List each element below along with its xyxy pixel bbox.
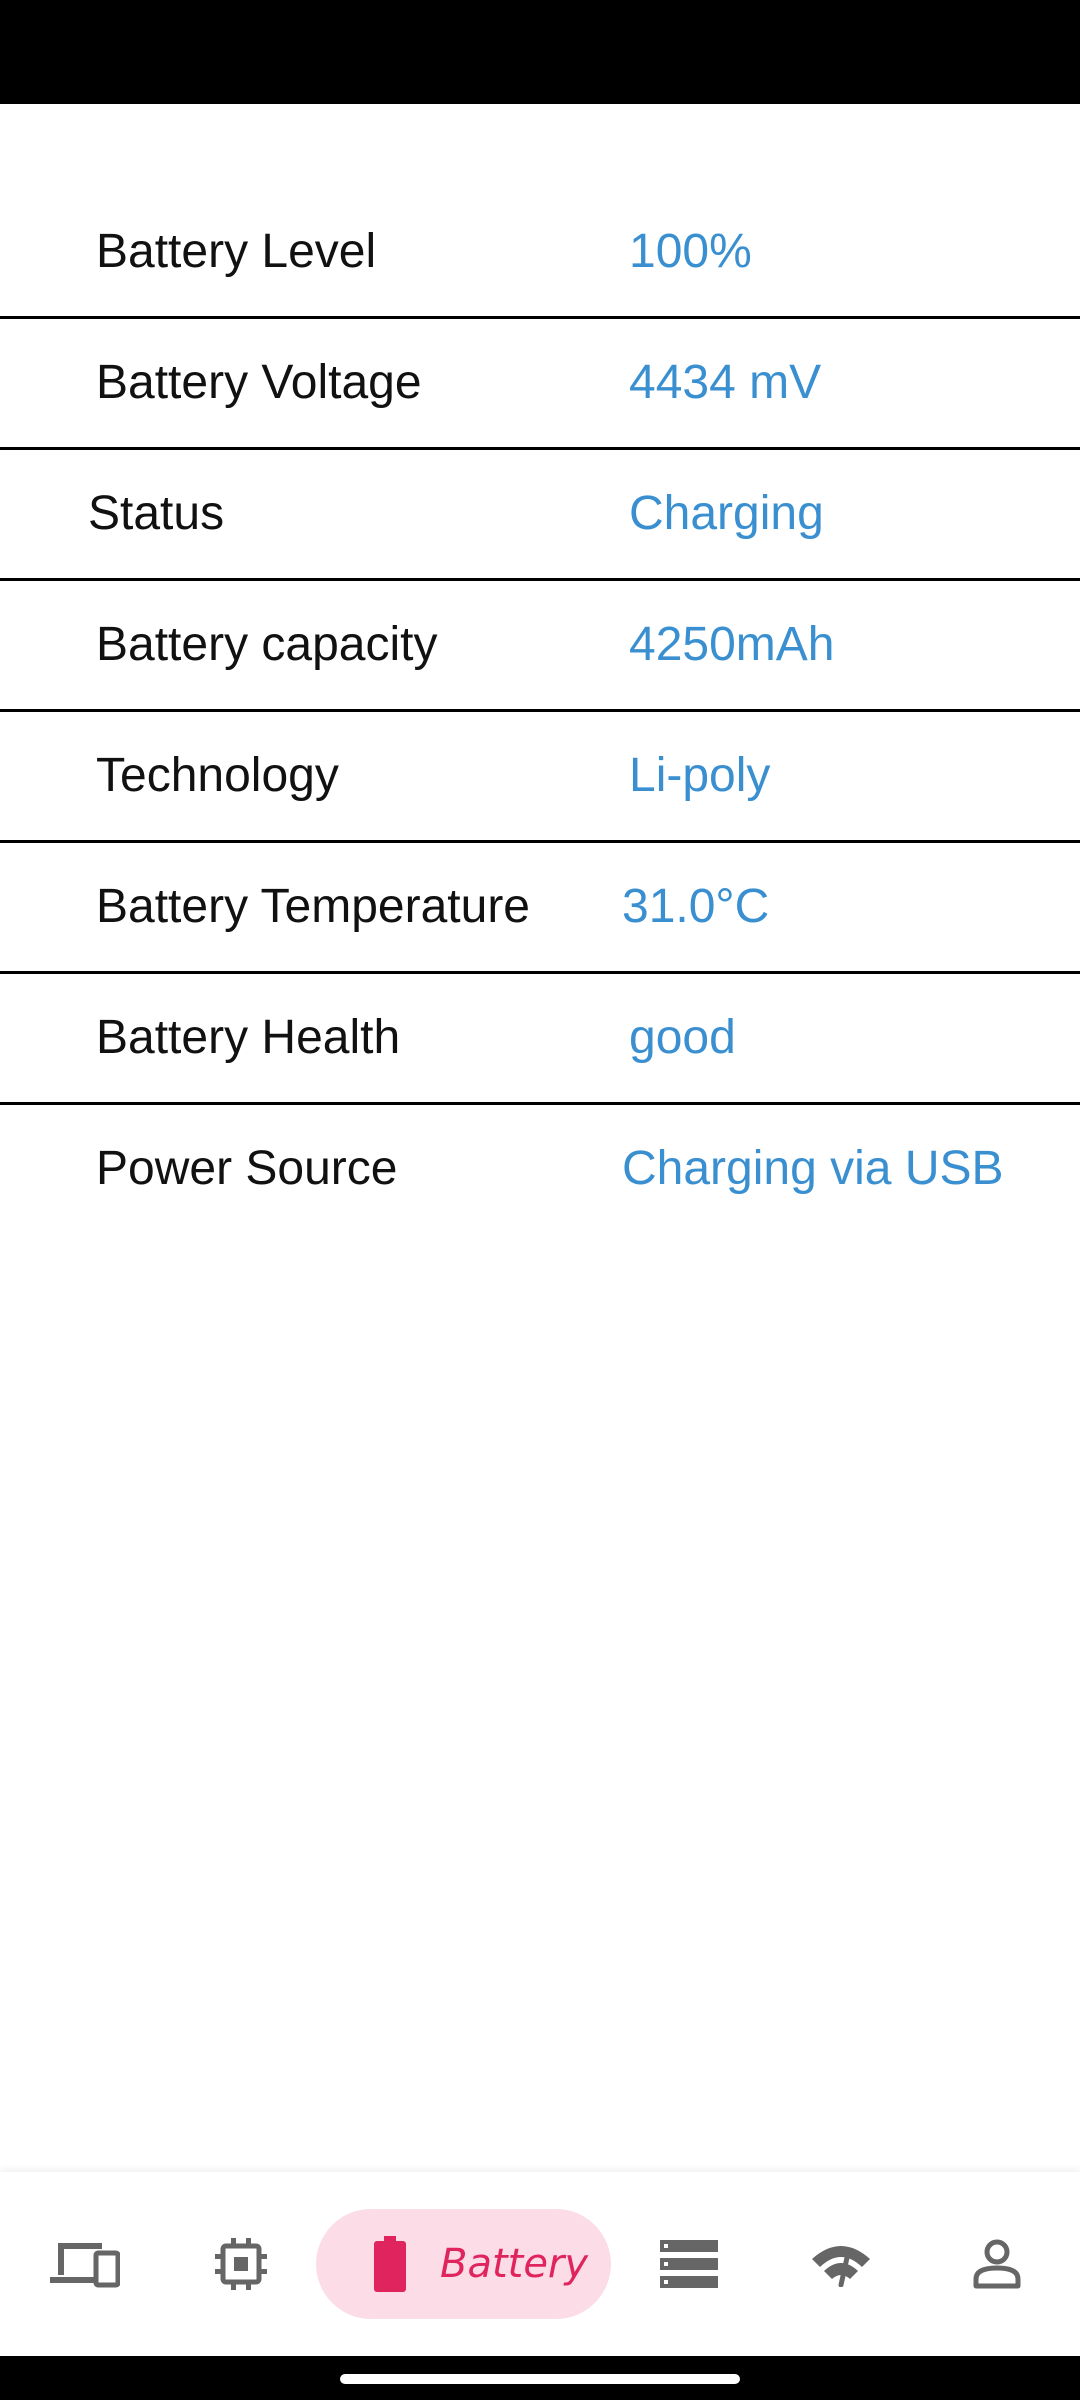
row-value: 100% [629,225,752,278]
nav-network-button[interactable] [796,2212,886,2316]
row-value: 4250mAh [629,618,835,671]
row-value: good [629,1011,736,1064]
info-row-status: Status Charging [0,450,1080,581]
row-label: Battery Level [96,225,377,278]
storage-icon [660,2240,718,2288]
info-row-technology: Technology Li-poly [0,712,1080,843]
battery-info-list: Battery Level 100% Battery Voltage 4434 … [0,188,1080,1236]
info-row-battery-health: Battery Health good [0,974,1080,1105]
info-row-battery-voltage: Battery Voltage 4434 mV [0,319,1080,450]
nav-profile-button[interactable] [952,2212,1042,2316]
row-label: Battery Temperature [96,880,530,933]
nav-devices-button[interactable] [40,2212,130,2316]
devices-icon [50,2243,120,2288]
row-value: 4434 mV [629,356,822,409]
row-value: Li-poly [629,749,771,802]
network-icon [812,2246,870,2287]
row-label: Battery Voltage [96,356,422,409]
nav-storage-button[interactable] [644,2212,734,2316]
bottom-navigation: Battery [0,2172,1080,2356]
info-row-battery-capacity: Battery capacity 4250mAh [0,581,1080,712]
profile-icon [973,2239,1021,2289]
row-label: Battery Health [96,1011,401,1064]
row-value: Charging [629,487,824,540]
cpu-icon [215,2238,267,2290]
nav-battery-button[interactable]: Battery [316,2209,611,2319]
nav-battery-label: Battery [440,2241,589,2287]
row-label: Power Source [96,1142,398,1195]
row-label: Status [88,487,225,540]
status-bar [0,0,1080,104]
home-indicator[interactable] [340,2374,740,2384]
row-label: Technology [96,749,339,802]
info-row-battery-level: Battery Level 100% [0,188,1080,319]
info-row-power-source: Power Source Charging via USB [0,1105,1080,1236]
battery-icon [374,2236,406,2292]
row-label: Battery capacity [96,618,438,671]
nav-cpu-button[interactable] [196,2212,286,2316]
info-row-battery-temperature: Battery Temperature 31.0°C [0,843,1080,974]
row-value: Charging via USB [622,1142,1004,1195]
row-value: 31.0°C [622,880,770,933]
